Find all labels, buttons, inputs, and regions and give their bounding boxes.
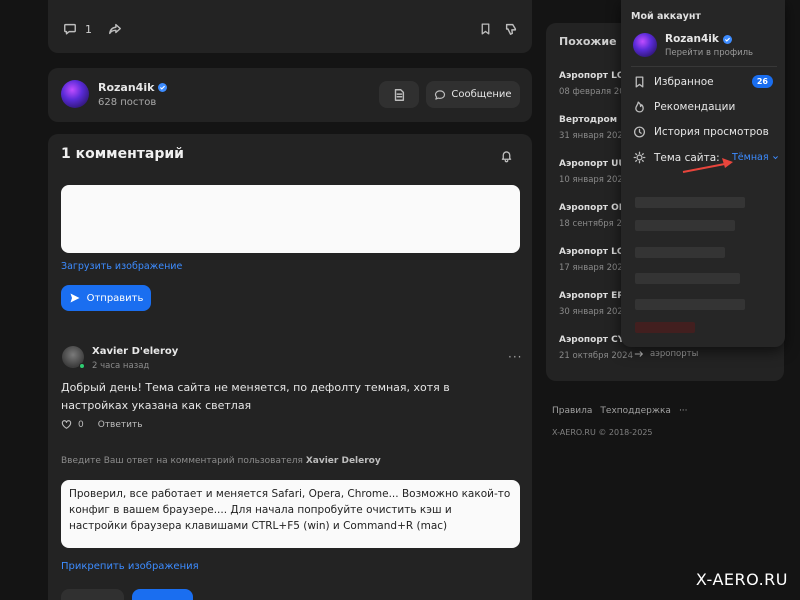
redacted-item <box>635 273 740 284</box>
tag-link[interactable]: аэропорты <box>634 349 698 359</box>
account-menu-heading: Мой аккаунт <box>631 11 701 22</box>
avatar[interactable] <box>61 80 89 108</box>
dislike-icon[interactable] <box>504 22 518 36</box>
menu-item-history[interactable]: История просмотров <box>633 125 769 139</box>
redacted-item <box>635 220 735 231</box>
author-card: Rozan4ik 628 постов Сообщение <box>48 68 532 122</box>
reply-input[interactable]: Проверил, все работает и меняется Safari… <box>61 480 520 548</box>
reply-button[interactable]: Ответить <box>98 420 143 430</box>
chevron-down-icon <box>772 154 779 161</box>
account-username[interactable]: Rozan4ik <box>665 33 732 45</box>
reply-prompt: Введите Ваш ответ на комментарий пользов… <box>61 456 381 466</box>
author-post-count: 628 постов <box>98 97 157 108</box>
document-icon <box>392 88 406 102</box>
more-options-icon[interactable]: ··· <box>508 350 522 364</box>
author-name[interactable]: Rozan4ik <box>98 81 168 94</box>
bookmark-icon <box>633 75 646 89</box>
cancel-button-partial[interactable] <box>61 589 124 600</box>
flame-icon <box>633 100 646 114</box>
send-button[interactable]: Отправить <box>61 285 151 311</box>
profile-link[interactable]: Перейти в профиль <box>665 48 753 58</box>
redacted-item <box>635 197 745 208</box>
post-right-actions <box>479 22 518 36</box>
upload-image-link[interactable]: Загрузить изображение <box>61 261 182 272</box>
more-link[interactable]: ··· <box>679 406 688 416</box>
copyright: X-AERO.RU © 2018-2025 <box>552 428 653 437</box>
comment-count: 1 <box>85 22 92 36</box>
heart-icon[interactable] <box>61 419 72 430</box>
online-indicator <box>79 363 85 369</box>
footer-links: Правила Техподдержка ··· <box>552 406 688 416</box>
submit-button-partial[interactable] <box>132 589 193 600</box>
bell-icon[interactable] <box>500 149 513 163</box>
comments-title: 1 комментарий <box>61 146 184 162</box>
chat-icon <box>434 89 446 101</box>
author-posts-button[interactable] <box>379 81 419 108</box>
like-count: 0 <box>78 419 84 430</box>
theme-dropdown[interactable]: Тёмная <box>732 152 779 163</box>
message-button[interactable]: Сообщение <box>426 81 520 108</box>
watermark: X-AERO.RU <box>695 570 788 589</box>
share-icon[interactable] <box>108 22 122 36</box>
comment-text: Добрый день! Тема сайта не меняется, по … <box>61 381 450 412</box>
support-link[interactable]: Техподдержка <box>600 406 671 416</box>
comment-icon[interactable] <box>63 22 77 36</box>
send-icon <box>69 292 81 304</box>
theme-setting: Тема сайта: <box>633 151 720 164</box>
arrow-right-icon <box>634 349 644 359</box>
bookmark-icon[interactable] <box>479 22 492 36</box>
redacted-item <box>635 322 695 333</box>
sun-icon <box>633 151 646 164</box>
clock-icon <box>633 125 646 139</box>
list-item[interactable]: Аэропорт OEJ 18 сентября 20 <box>559 203 628 229</box>
menu-item-recommendations[interactable]: Рекомендации <box>633 100 735 114</box>
list-item[interactable]: Аэропорт LGZ 17 января 2025 <box>559 247 631 273</box>
comment-time: 2 часа назад <box>92 361 150 371</box>
account-menu: Мой аккаунт Rozan4ik Перейти в профиль И… <box>621 0 785 347</box>
comments-section: 1 комментарий Загрузить изображение Отпр… <box>48 134 532 600</box>
verified-icon <box>722 34 732 44</box>
favorites-count-badge: 26 <box>751 75 773 88</box>
verified-icon <box>158 83 168 92</box>
comment-author[interactable]: Xavier D'eleroy <box>92 346 178 357</box>
redacted-item <box>635 247 725 258</box>
rules-link[interactable]: Правила <box>552 406 592 416</box>
avatar[interactable] <box>633 33 657 57</box>
divider <box>631 66 777 67</box>
post-actions: 1 <box>63 22 122 36</box>
attach-images-link[interactable]: Прикрепить изображения <box>61 561 199 572</box>
redacted-item <box>635 299 745 310</box>
comment-input[interactable] <box>61 185 520 253</box>
menu-item-favorites[interactable]: Избранное <box>633 75 714 89</box>
post-footer-card: 1 <box>48 0 532 53</box>
comment-actions: 0 Ответить <box>61 419 143 430</box>
